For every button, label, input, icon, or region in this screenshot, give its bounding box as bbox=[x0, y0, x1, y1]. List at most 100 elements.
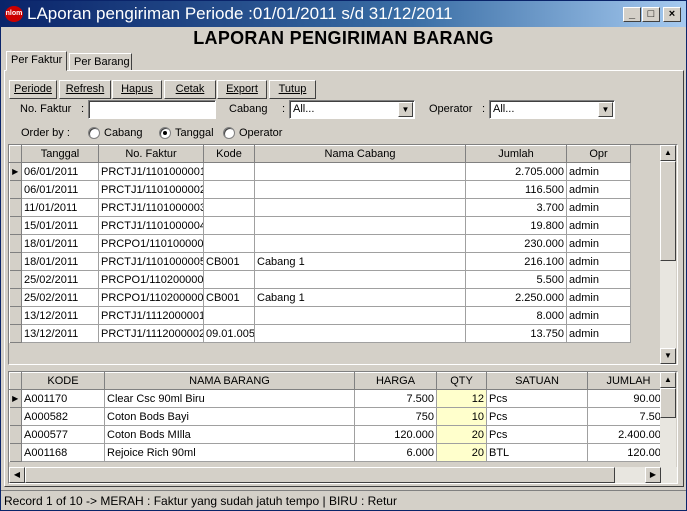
col-tanggal[interactable]: Tanggal bbox=[21, 145, 99, 163]
hapus-button[interactable]: Hapus bbox=[112, 80, 162, 99]
table-cell[interactable]: 19.800 bbox=[465, 216, 567, 235]
periode-button[interactable]: Periode bbox=[9, 80, 57, 99]
table-cell[interactable]: PRCTJ1/1101000001 bbox=[98, 162, 204, 181]
minimize-button[interactable]: _ bbox=[623, 7, 641, 22]
row-indicator[interactable] bbox=[9, 425, 22, 444]
table-cell[interactable]: admin bbox=[566, 162, 631, 181]
tutup-button[interactable]: Tutup bbox=[269, 80, 316, 99]
col-nama-barang[interactable]: NAMA BARANG bbox=[104, 372, 355, 390]
barang-grid[interactable]: KODE NAMA BARANG HARGA QTY SATUAN JUMLAH… bbox=[8, 371, 678, 484]
table-cell[interactable]: A001170 bbox=[21, 389, 105, 408]
table-cell[interactable]: A001168 bbox=[21, 443, 105, 462]
table-cell[interactable]: admin bbox=[566, 306, 631, 325]
table-cell[interactable]: Coton Bods MIlla bbox=[104, 425, 355, 444]
tab-per-barang[interactable]: Per Barang bbox=[69, 53, 132, 71]
table-row[interactable]: 13/12/2011 PRCTJ1/1112000001 8.000 admin bbox=[9, 306, 631, 325]
col-kode[interactable]: KODE bbox=[21, 372, 105, 390]
table-cell[interactable]: 12 bbox=[436, 389, 487, 408]
table-cell[interactable]: admin bbox=[566, 216, 631, 235]
operator-dropdown-arrow-icon[interactable]: ▼ bbox=[598, 102, 613, 117]
col-opr[interactable]: Opr bbox=[566, 145, 631, 163]
table-cell[interactable]: 06/01/2011 bbox=[21, 162, 99, 181]
table-cell[interactable]: 13/12/2011 bbox=[21, 324, 99, 343]
export-button[interactable]: Export bbox=[217, 80, 267, 99]
order-tanggal-label[interactable]: Tanggal bbox=[175, 127, 214, 139]
table-cell[interactable]: 8.000 bbox=[465, 306, 567, 325]
table-cell[interactable] bbox=[203, 162, 255, 181]
table-cell[interactable]: 7.500 bbox=[354, 389, 437, 408]
table-row[interactable]: 15/01/2011 PRCTJ1/1101000004 19.800 admin bbox=[9, 216, 631, 235]
table-row[interactable]: 25/02/2011 PRCPO1/1102000002 CB001 Cabang 1… bbox=[9, 288, 631, 307]
table-cell[interactable]: PRCTJ1/1112000002 bbox=[98, 324, 204, 343]
table-row[interactable]: A000582 Coton Bods Bayi 750 10 Pcs 7.500 bbox=[9, 407, 670, 426]
col-jumlah[interactable]: Jumlah bbox=[465, 145, 567, 163]
title-bar[interactable]: nlom LAporan pengiriman Periode :01/01/2… bbox=[1, 1, 686, 27]
order-operator-label[interactable]: Operator bbox=[239, 127, 282, 139]
table-cell[interactable]: PRCPO1/1101000001 bbox=[98, 234, 204, 253]
table-cell[interactable]: 216.100 bbox=[465, 252, 567, 271]
table-row[interactable]: ▶ A001170 Clear Csc 90ml Biru 7.500 12 Pcs 90.… bbox=[9, 389, 670, 408]
order-operator-radio[interactable] bbox=[223, 127, 235, 139]
table-row[interactable]: 25/02/2011 PRCPO1/1102000001 5.500 admin bbox=[9, 270, 631, 289]
row-indicator[interactable] bbox=[9, 324, 22, 343]
table-row[interactable]: 13/12/2011 PRCTJ1/1112000002 09.01.005 13.7… bbox=[9, 324, 631, 343]
horizontal-scroll-thumb[interactable] bbox=[25, 467, 615, 483]
table-cell[interactable]: 25/02/2011 bbox=[21, 288, 99, 307]
table-cell[interactable]: PRCPO1/1102000001 bbox=[98, 270, 204, 289]
table-cell[interactable] bbox=[203, 216, 255, 235]
table-cell[interactable]: 13.750 bbox=[465, 324, 567, 343]
faktur-vertical-scrollbar[interactable]: ▲ ▼ bbox=[660, 145, 676, 364]
scroll-up-icon[interactable]: ▲ bbox=[660, 145, 676, 161]
row-indicator[interactable] bbox=[9, 234, 22, 253]
row-indicator[interactable] bbox=[9, 443, 22, 462]
table-cell[interactable]: PRCPO1/1102000002 bbox=[98, 288, 204, 307]
table-cell[interactable]: 120.000 bbox=[354, 425, 437, 444]
table-cell[interactable]: admin bbox=[566, 180, 631, 199]
table-cell[interactable]: Pcs bbox=[486, 425, 588, 444]
table-cell[interactable]: 6.000 bbox=[354, 443, 437, 462]
table-cell[interactable] bbox=[254, 324, 466, 343]
table-cell[interactable] bbox=[254, 198, 466, 217]
table-cell[interactable]: 25/02/2011 bbox=[21, 270, 99, 289]
table-cell[interactable]: 116.500 bbox=[465, 180, 567, 199]
table-cell[interactable]: Rejoice Rich 90ml bbox=[104, 443, 355, 462]
col-qty[interactable]: QTY bbox=[436, 372, 487, 390]
table-cell[interactable] bbox=[254, 306, 466, 325]
table-cell[interactable]: PRCTJ1/1101000003 bbox=[98, 198, 204, 217]
table-cell[interactable]: 3.700 bbox=[465, 198, 567, 217]
col-jumlah[interactable]: JUMLAH bbox=[587, 372, 670, 390]
table-cell[interactable]: Pcs bbox=[486, 407, 588, 426]
table-cell[interactable]: 120.000 bbox=[587, 443, 670, 462]
table-cell[interactable]: 7.500 bbox=[587, 407, 670, 426]
operator-select[interactable]: All... ▼ bbox=[489, 100, 615, 119]
current-row-indicator-icon[interactable]: ▶ bbox=[9, 162, 22, 181]
table-cell[interactable]: Cabang 1 bbox=[254, 252, 466, 271]
table-cell[interactable]: admin bbox=[566, 270, 631, 289]
order-cabang-label[interactable]: Cabang bbox=[104, 127, 143, 139]
table-cell[interactable]: CB001 bbox=[203, 288, 255, 307]
scroll-right-icon[interactable]: ▶ bbox=[645, 467, 661, 483]
table-cell[interactable]: 750 bbox=[354, 407, 437, 426]
table-cell[interactable] bbox=[254, 162, 466, 181]
table-cell[interactable]: admin bbox=[566, 288, 631, 307]
scroll-left-icon[interactable]: ◀ bbox=[9, 467, 25, 483]
table-cell[interactable]: 5.500 bbox=[465, 270, 567, 289]
table-cell[interactable]: Coton Bods Bayi bbox=[104, 407, 355, 426]
row-indicator[interactable] bbox=[9, 306, 22, 325]
table-cell[interactable]: 20 bbox=[436, 443, 487, 462]
table-cell[interactable] bbox=[254, 234, 466, 253]
table-row[interactable]: A000577 Coton Bods MIlla 120.000 20 Pcs 2.400… bbox=[9, 425, 670, 444]
table-cell[interactable]: 06/01/2011 bbox=[21, 180, 99, 199]
row-indicator[interactable] bbox=[9, 198, 22, 217]
table-cell[interactable]: Pcs bbox=[486, 389, 588, 408]
table-cell[interactable]: BTL bbox=[486, 443, 588, 462]
table-cell[interactable]: 10 bbox=[436, 407, 487, 426]
table-cell[interactable]: 2.250.000 bbox=[465, 288, 567, 307]
order-cabang-radio[interactable] bbox=[88, 127, 100, 139]
table-cell[interactable]: admin bbox=[566, 198, 631, 217]
col-nama-cabang[interactable]: Nama Cabang bbox=[254, 145, 466, 163]
col-harga[interactable]: HARGA bbox=[354, 372, 437, 390]
table-cell[interactable]: 20 bbox=[436, 425, 487, 444]
row-indicator[interactable] bbox=[9, 270, 22, 289]
table-cell[interactable]: 2.400.000 bbox=[587, 425, 670, 444]
